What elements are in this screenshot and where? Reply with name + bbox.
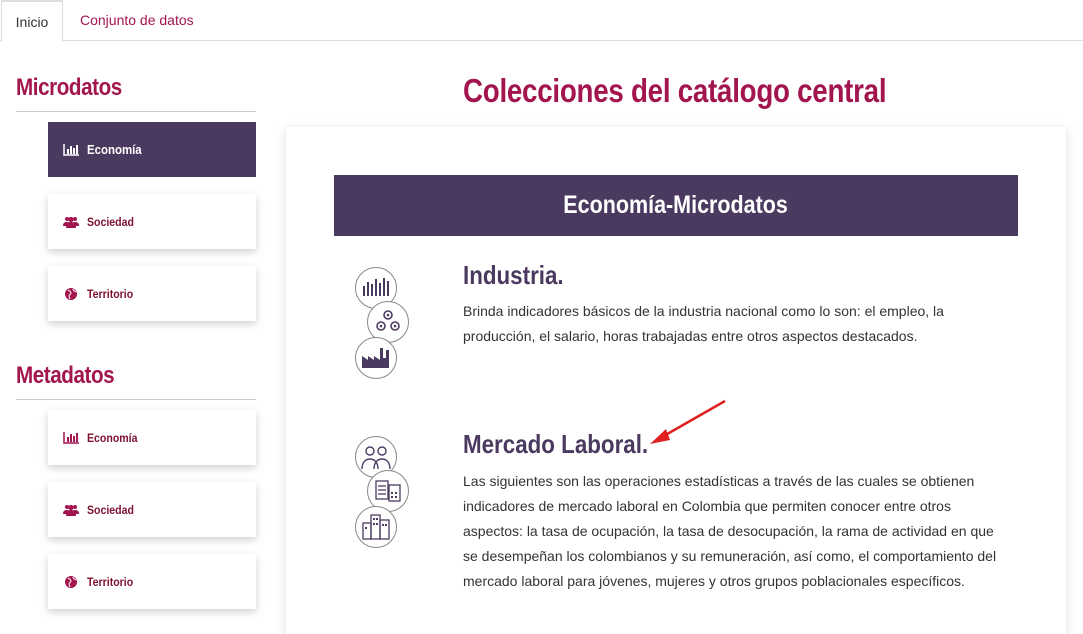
sidebar-item-label: Sociedad	[87, 214, 134, 229]
tab-inicio[interactable]: Inicio	[1, 0, 63, 42]
sidebar-item-metadatos-sociedad[interactable]: Sociedad	[48, 482, 256, 537]
block-title-mercado-laboral[interactable]: Mercado Laboral.	[463, 429, 648, 460]
microdatos-heading: Microdatos	[16, 74, 122, 101]
sidebar-item-label: Sociedad	[87, 502, 134, 517]
collection-banner: Economía-Microdatos	[334, 175, 1018, 236]
sidebar-item-metadatos-economia[interactable]: Economía	[48, 410, 256, 465]
divider	[16, 111, 256, 112]
industria-icon-group	[350, 264, 414, 384]
users-icon	[63, 215, 79, 229]
sidebar-item-microdatos-economia[interactable]: Economía	[48, 122, 256, 177]
sidebar-item-label: Economía	[87, 430, 138, 445]
page-title: Colecciones del catálogo central	[463, 72, 887, 109]
users-icon	[63, 503, 79, 517]
block-title-industria[interactable]: Industria.	[463, 260, 564, 291]
block-text-industria: Brinda indicadores básicos de la industr…	[463, 303, 944, 344]
sidebar-item-label: Territorio	[87, 286, 134, 301]
tab-conjunto-de-datos[interactable]: Conjunto de datos	[80, 0, 194, 41]
tab-bar: Inicio Conjunto de datos	[0, 0, 1083, 42]
banner-title: Economía-Microdatos	[563, 191, 789, 219]
sidebar-item-microdatos-sociedad[interactable]: Sociedad	[48, 194, 256, 249]
sidebar-item-label: Territorio	[87, 574, 134, 589]
factory-icon	[355, 337, 397, 379]
globe-icon	[63, 575, 79, 589]
bar-chart-icon	[63, 143, 79, 157]
sidebar-item-microdatos-territorio[interactable]: Territorio	[48, 266, 256, 321]
annotation-arrow-icon	[650, 399, 726, 444]
metadatos-heading: Metadatos	[16, 362, 115, 389]
globe-icon	[63, 287, 79, 301]
divider	[16, 399, 256, 400]
sidebar-item-label: Economía	[87, 142, 142, 157]
sidebar-item-metadatos-territorio[interactable]: Territorio	[48, 554, 256, 609]
bar-chart-icon	[63, 431, 79, 445]
city-buildings-icon	[355, 506, 397, 548]
mercado-laboral-icon-group	[350, 433, 414, 553]
block-text-mercado-laboral: Las siguientes son las operaciones estad…	[463, 473, 997, 589]
